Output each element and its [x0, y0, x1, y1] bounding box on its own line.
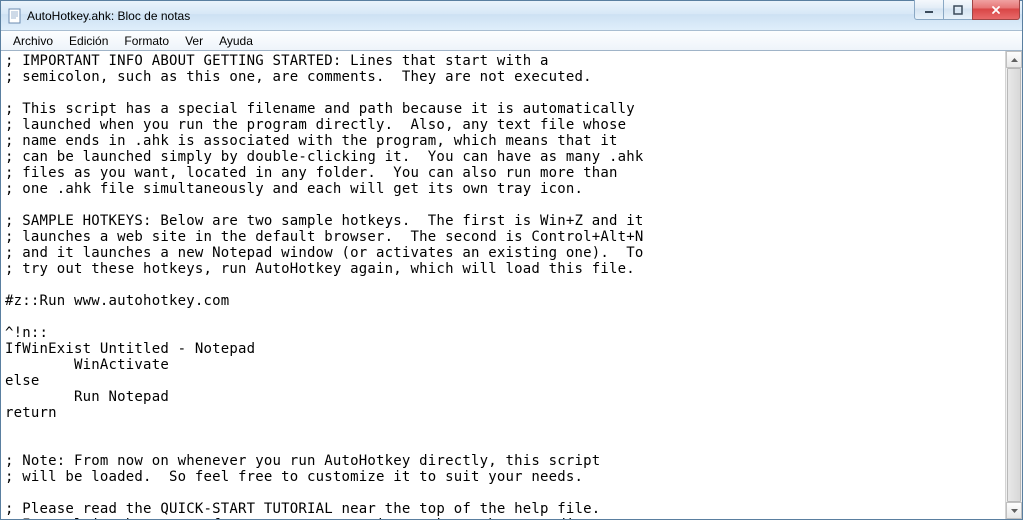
minimize-button[interactable]	[914, 0, 944, 20]
menu-edicion[interactable]: Edición	[61, 32, 116, 50]
scroll-track[interactable]	[1006, 68, 1022, 502]
notepad-icon	[7, 8, 23, 24]
menu-ver[interactable]: Ver	[177, 32, 211, 50]
text-editor[interactable]: ; IMPORTANT INFO ABOUT GETTING STARTED: …	[1, 51, 1005, 519]
notepad-window: AutoHotkey.ahk: Bloc de notas Archivo Ed…	[0, 0, 1023, 520]
scroll-down-button[interactable]	[1006, 502, 1022, 519]
scroll-thumb[interactable]	[1007, 68, 1021, 502]
menu-formato[interactable]: Formato	[116, 32, 177, 50]
menubar: Archivo Edición Formato Ver Ayuda	[1, 31, 1022, 51]
menu-archivo[interactable]: Archivo	[5, 32, 61, 50]
vertical-scrollbar[interactable]	[1005, 51, 1022, 519]
maximize-button[interactable]	[943, 0, 973, 20]
window-title: AutoHotkey.ahk: Bloc de notas	[27, 9, 915, 23]
caption-buttons	[915, 0, 1020, 20]
menu-ayuda[interactable]: Ayuda	[211, 32, 261, 50]
scroll-up-button[interactable]	[1006, 51, 1022, 68]
close-button[interactable]	[972, 0, 1020, 20]
client-area: ; IMPORTANT INFO ABOUT GETTING STARTED: …	[1, 51, 1022, 519]
titlebar[interactable]: AutoHotkey.ahk: Bloc de notas	[1, 1, 1022, 31]
